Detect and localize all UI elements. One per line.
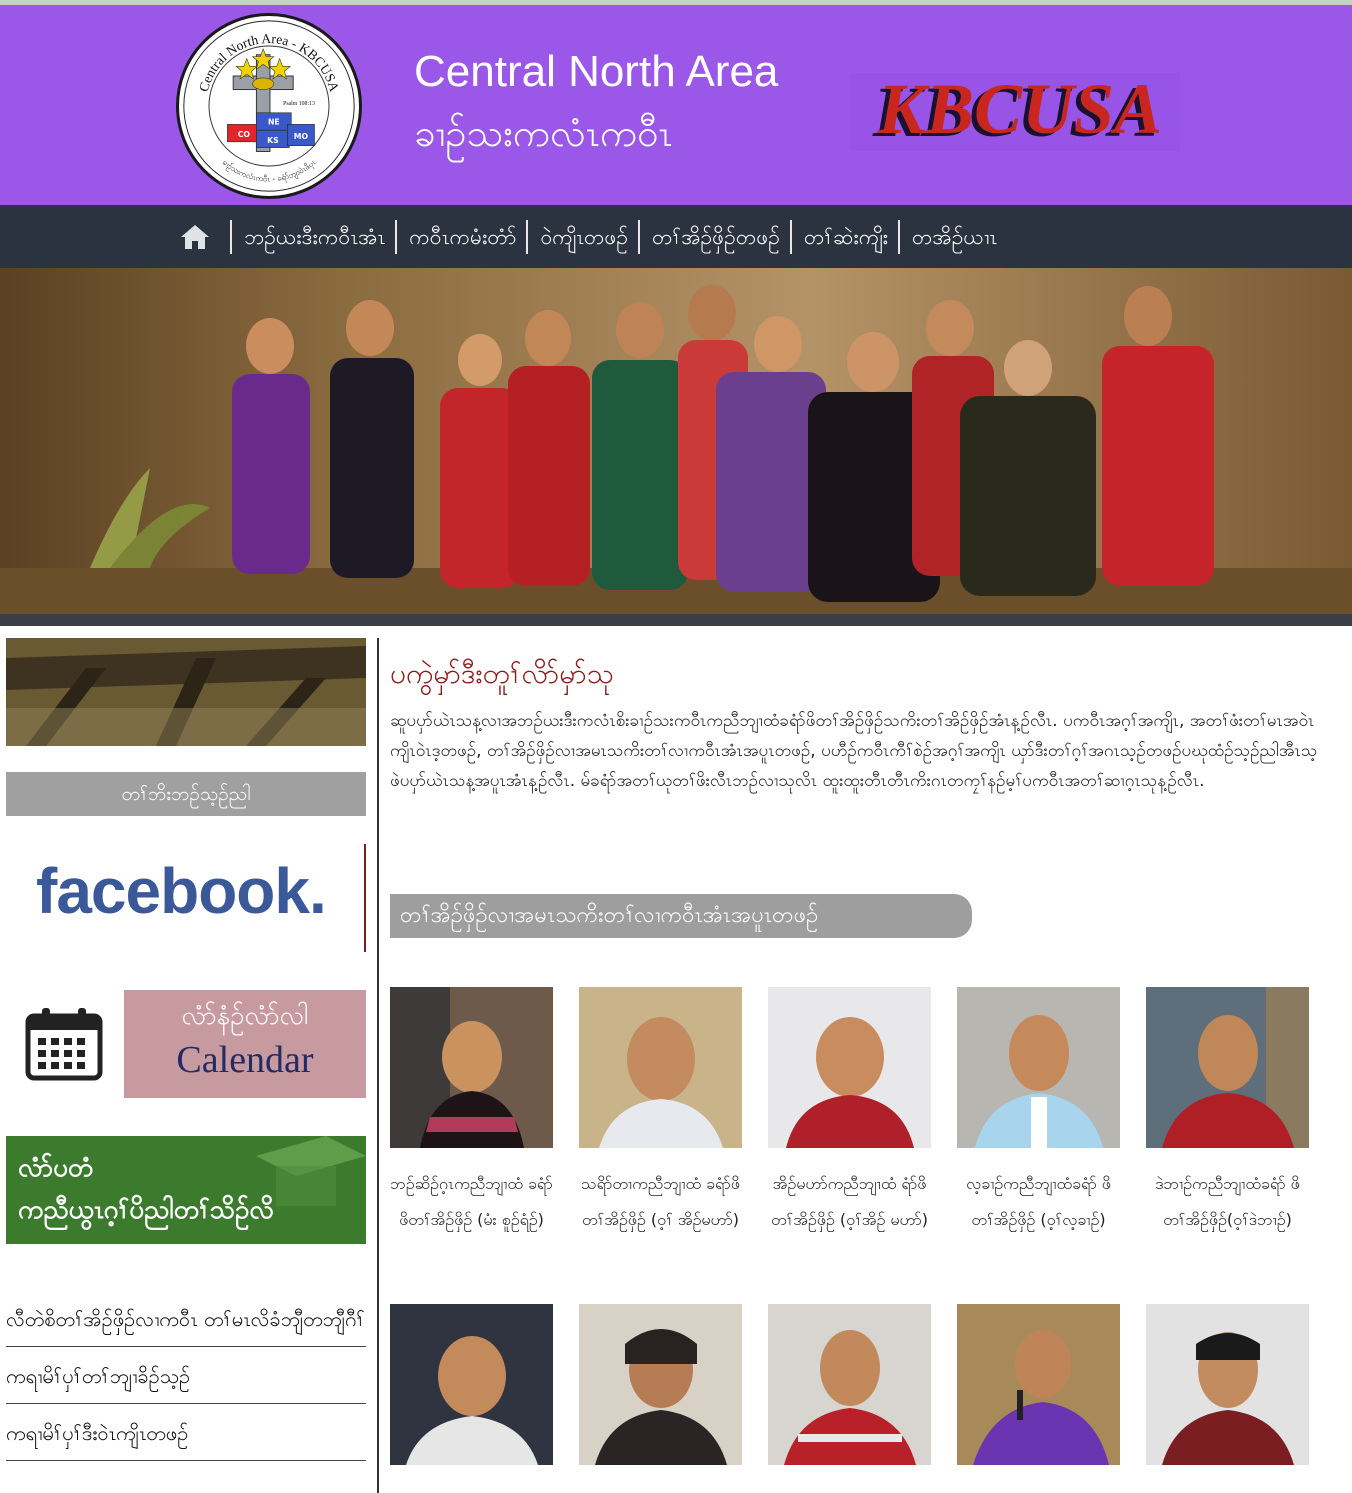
church-card[interactable]	[390, 1304, 553, 1483]
bible-school-banner[interactable]: လံာ်ပတံ ကညီယွၤဂ့ၢ်ပိညါတၢ်သိဉ်လိ	[6, 1136, 366, 1244]
seal-graphic: Central North Area - KBCUSA ခၢဉ်သးကလံၤကဝ…	[183, 20, 355, 192]
church-photo[interactable]	[957, 1304, 1120, 1465]
calendar-label-box: လံာ်နံဉ်လံာ်လါ Calendar	[124, 990, 366, 1098]
facebook-link[interactable]: facebook.	[6, 844, 366, 952]
nav-divider	[526, 220, 529, 254]
nav-more[interactable]: တအိဉ်ယၢၤ	[912, 219, 997, 255]
nav-committee[interactable]: ကဝီၤကမံးတံာ်	[409, 219, 516, 255]
intro-paragraph: ဆူပပှာ်ယဲၤသန့လၢအဘဉ်ယးဒီးကလံၤစိးခၢဉ်သးကဝီ…	[390, 711, 1318, 791]
church-card[interactable]: ဒဲဘၢဉ်ကညီဘျၢထံခရံာ် ဖိတၢ်အိဉ်ဖှိဉ်(ဝ့ၢ်ဒ…	[1146, 987, 1309, 1238]
nav-divider	[789, 220, 792, 254]
church-caption: ဒဲဘၢဉ်ကညီဘျၢထံခရံာ် ဖိတၢ်အိဉ်ဖှိဉ်(ဝ့ၢ်ဒ…	[1155, 1174, 1300, 1229]
calendar-label-english: Calendar	[176, 1039, 314, 1081]
sidebar-links: လီတဲစိတၢ်အိဉ်ဖှိဉ်လၢကဝီၤ တၢ်မၤလိခံဘျီတဘျ…	[6, 1292, 366, 1461]
church-card[interactable]	[579, 1304, 742, 1483]
sidebar-announcement-bar[interactable]: တၢ်ဘိးဘဉ်သ့ဉ်ညါ	[6, 772, 366, 816]
seal-psalm: Psalm 108:13	[283, 101, 315, 107]
banner-bottom-bar	[0, 614, 1352, 626]
church-caption: ဘဉ်ဆိဉ်ဂ့ၤကညီဘျၢထံ ခရံာ်ဖိတၢ်အိဉ်ဖှိဉ် (…	[390, 1174, 553, 1229]
church-card[interactable]: ဘဉ်ဆိဉ်ဂ့ၤကညီဘျၢထံ ခရံာ်ဖိတၢ်အိဉ်ဖှိဉ် (…	[390, 987, 553, 1238]
seal-state-ks: KS	[267, 136, 279, 145]
nav-divider	[230, 220, 232, 254]
kbcusa-logo-text: KBCUSA	[877, 69, 1163, 149]
sidebar-top-image[interactable]	[6, 638, 366, 746]
kbcusa-logo[interactable]: KBCUSA KBCUSA	[850, 70, 1180, 151]
nav-divider	[395, 220, 398, 254]
church-card[interactable]: လ့ခၢဉ်ကညီဘျၢထံခရံာ် ဖိတၢ်အိဉ်ဖှိဉ် (ဝ့ၢ်…	[957, 987, 1120, 1238]
church-photo[interactable]	[1146, 987, 1309, 1148]
main-navigation: ဘဉ်ယးဒီးကဝီၤအံၤ ကဝီၤကမံးတံာ် ဝဲကျိၤတဖဉ် …	[0, 205, 1352, 268]
seal-logo[interactable]: Central North Area - KBCUSA ခၢဉ်သးကလံၤကဝ…	[176, 13, 362, 199]
church-caption: အိဉ်မဟာ်ကညီဘျၢထံ ရံာ်ဖိတၢ်အိဉ်ဖှိဉ် (ဝ့ၢ…	[770, 1174, 929, 1229]
church-card[interactable]	[957, 1304, 1120, 1483]
sidebar-link-conference[interactable]: လီတဲစိတၢ်အိဉ်ဖှိဉ်လၢကဝီၤ တၢ်မၤလိခံဘျီတဘျ…	[6, 1292, 366, 1347]
site-header: Central North Area - KBCUSA ခၢဉ်သးကလံၤကဝ…	[0, 5, 1352, 205]
church-caption: လ့ခၢဉ်ကညီဘျၢထံခရံာ် ဖိတၢ်အိဉ်ဖှိဉ် (ဝ့ၢ်…	[966, 1174, 1111, 1229]
bible-school-line2: ကညီယွၤဂ့ၢ်ပိညါတၢ်သိဉ်လိ	[18, 1195, 274, 1225]
hero-banner-image	[0, 268, 1352, 614]
church-card[interactable]	[1146, 1304, 1309, 1483]
seal-state-co: CO	[238, 130, 251, 139]
church-caption: သရိာ်တၢကညီဘျၢထံ ခရံာ်ဖိတၢ်အိဉ်ဖှိဉ် (ဝ့ၢ…	[581, 1174, 740, 1229]
facebook-logo: facebook.	[36, 855, 327, 927]
page-title: ပကွဲမှာ်ဒီးတူၢ်လိာ်မှာ်သု	[390, 657, 614, 690]
church-photo[interactable]	[1146, 1304, 1309, 1465]
column-divider	[377, 638, 379, 1493]
seal-state-ne: NE	[268, 117, 280, 126]
seal-state-mo: MO	[294, 132, 309, 141]
church-photo[interactable]	[957, 987, 1120, 1148]
main-content: ပကွဲမှာ်ဒီးတူၢ်လိာ်မှာ်သု ဆူပပှာ်ယဲၤသန့လ…	[390, 648, 1330, 1465]
calendar-label-karen: လံာ်နံဉ်လံာ်လါ	[181, 1001, 309, 1031]
nav-churches[interactable]: တၢ်အိဉ်ဖှိဉ်တဖဉ်	[652, 219, 780, 255]
bible-school-line1: လံာ်ပတံ	[18, 1153, 94, 1183]
church-card[interactable]: သရိာ်တၢကညီဘျၢထံ ခရံာ်ဖိတၢ်အိဉ်ဖှိဉ် (ဝ့ၢ…	[579, 987, 742, 1238]
church-photo[interactable]	[579, 1304, 742, 1465]
church-photo[interactable]	[390, 987, 553, 1148]
calendar-link[interactable]: လံာ်နံဉ်လံာ်လါ Calendar	[6, 990, 366, 1098]
church-photo[interactable]	[390, 1304, 553, 1465]
church-card[interactable]: အိဉ်မဟာ်ကညီဘျၢထံ ရံာ်ဖိတၢ်အိဉ်ဖှိဉ် (ဝ့ၢ…	[768, 987, 931, 1238]
church-photo[interactable]	[579, 987, 742, 1148]
church-card[interactable]	[768, 1304, 931, 1483]
nav-about[interactable]: ဘဉ်ယးဒီးကဝီၤအံၤ	[244, 219, 385, 255]
nav-departments[interactable]: ဝဲကျိၤတဖဉ်	[540, 219, 628, 255]
calendar-icon	[25, 1008, 103, 1081]
site-title: Central North Area	[414, 47, 779, 96]
church-photo[interactable]	[768, 987, 931, 1148]
site-subtitle: ခၢဉ်သးကလံၤကဝီၤ	[414, 111, 673, 155]
home-icon[interactable]	[178, 220, 212, 254]
section-heading: တၢ်အိဉ်ဖှိဉ်လၢအမၤသကိးတၢ်လၢကဝီၤအံၤအပူၤတဖဉ…	[390, 894, 972, 938]
church-photo[interactable]	[768, 1304, 931, 1465]
nav-contact[interactable]: တၢ်ဆဲးကျိး	[804, 219, 888, 255]
nav-divider	[638, 220, 641, 254]
sidebar-link-leaders[interactable]: ကရၢမိၢ်ပှၢ်တၢ်ဘျၢခိဉ်သ့ဉ်	[6, 1349, 366, 1404]
sidebar-link-departments[interactable]: ကရၢမိၢ်ပှၢ်ဒီးဝဲၤကျိၤတဖဉ်	[6, 1406, 366, 1461]
nav-divider	[897, 220, 900, 254]
